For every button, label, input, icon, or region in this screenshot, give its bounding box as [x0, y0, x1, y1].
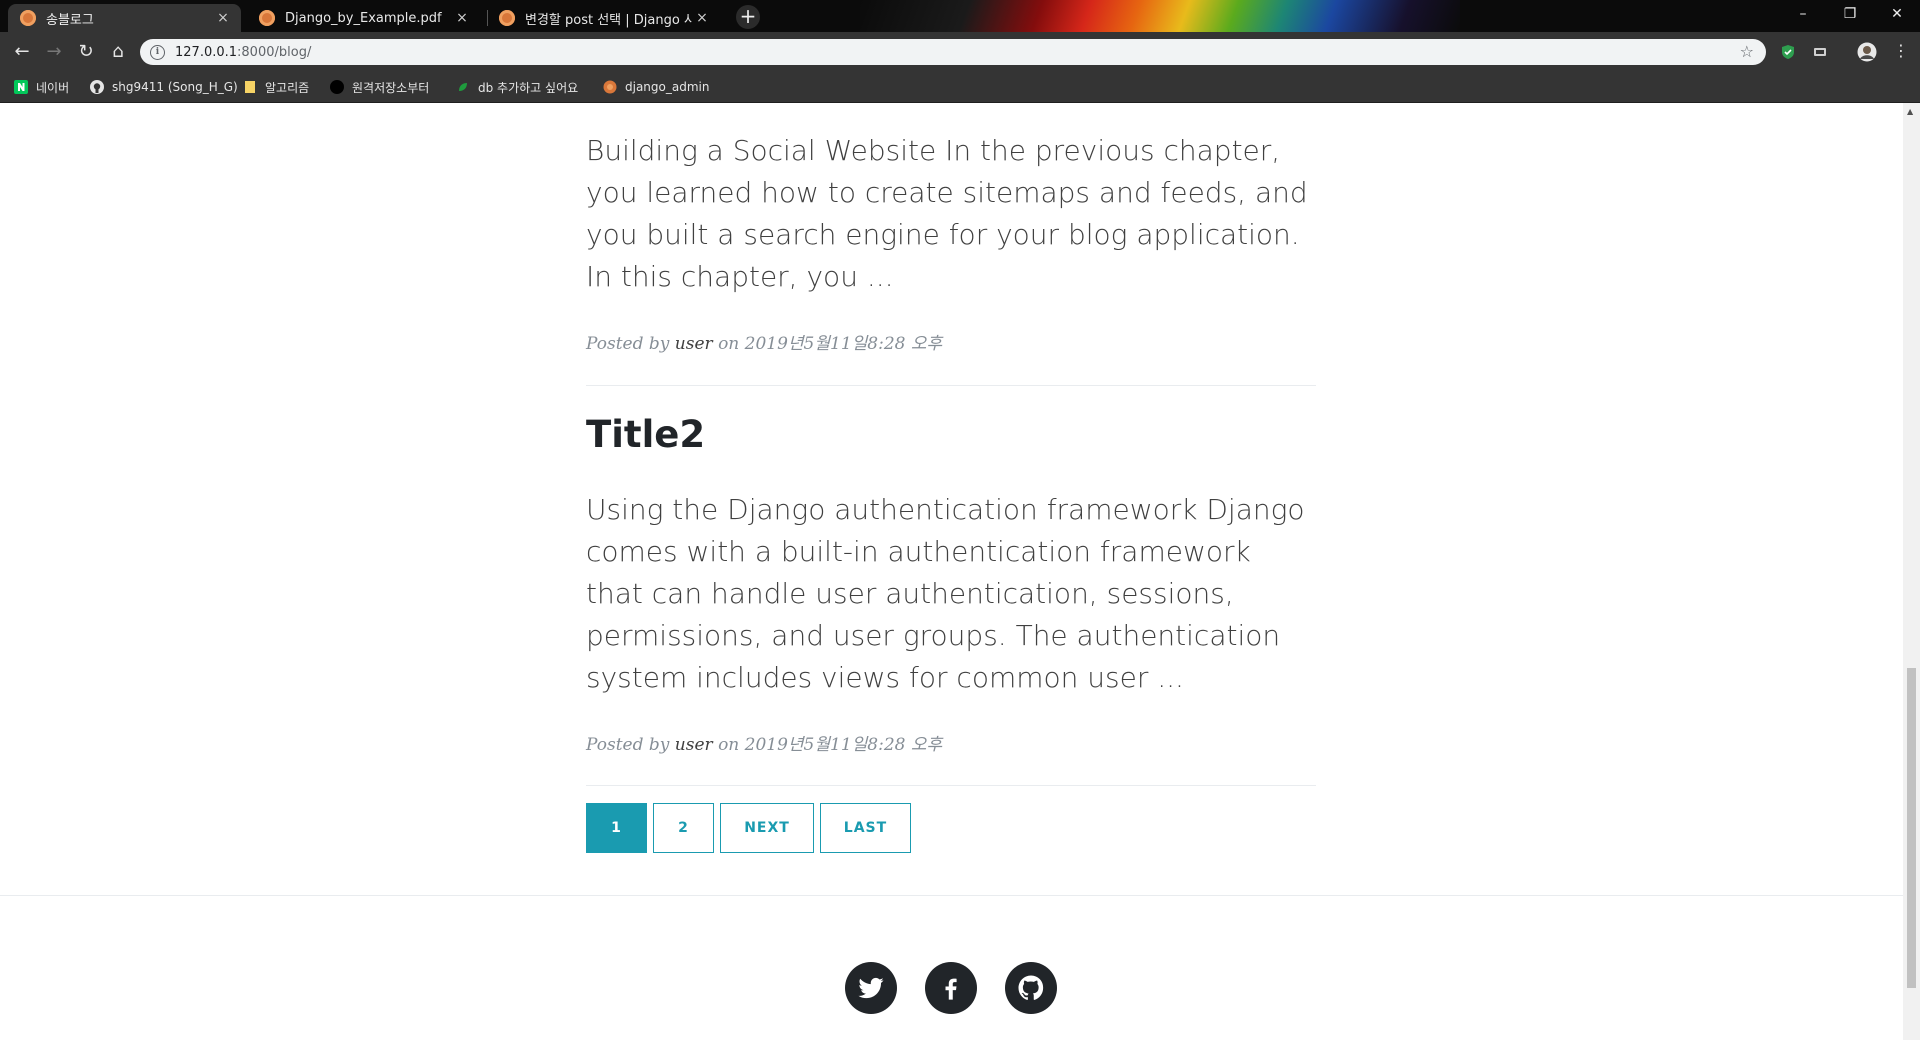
tab-close-icon[interactable]: ×: [452, 10, 472, 26]
address-bar[interactable]: i 127.0.0.1:8000/blog/ ☆: [140, 39, 1766, 65]
profile-avatar-icon[interactable]: [1857, 42, 1877, 62]
minimize-button[interactable]: –: [1780, 0, 1826, 30]
tab-close-icon[interactable]: ×: [692, 10, 712, 26]
tab-active[interactable]: 송블로그 ×: [8, 4, 241, 32]
tab-title: 송블로그: [46, 12, 94, 28]
tab-strip: 송블로그 × Django_by_Example.pdf × 변경할 post …: [0, 0, 1920, 32]
next-page-button[interactable]: NEXT: [720, 803, 814, 853]
post-date: on 2019년5월11일8:28 오후: [718, 735, 943, 755]
scroll-up-arrow-icon[interactable]: ▲: [1907, 107, 1913, 116]
extension-icon[interactable]: [1812, 44, 1828, 60]
post-title[interactable]: Title2: [586, 413, 705, 456]
django-icon: [603, 80, 617, 94]
django-favicon-icon: [20, 10, 36, 26]
circle-icon: [330, 80, 344, 94]
bookmark-remote-repo[interactable]: 원격저장소부터: [330, 78, 429, 96]
shield-extension-icon[interactable]: [1780, 44, 1796, 60]
post-meta: Posted by user on 2019년5월11일8:28 오후: [586, 329, 942, 354]
tab-django-admin[interactable]: 변경할 post 선택 | Django 사이트 ×: [487, 4, 720, 32]
page-1-button[interactable]: 1: [586, 803, 647, 853]
post-divider: [586, 385, 1316, 386]
site-info-icon[interactable]: i: [150, 44, 165, 60]
close-window-button[interactable]: ✕: [1874, 0, 1920, 30]
browser-menu-button[interactable]: ⋮: [1893, 41, 1909, 60]
bookmark-naver[interactable]: 네이버: [14, 78, 69, 96]
naver-icon: [14, 80, 28, 94]
posted-by-label: Posted by: [586, 735, 670, 755]
bookmark-django-admin[interactable]: django_admin: [603, 78, 709, 96]
url-path: :8000/blog/: [237, 44, 312, 60]
home-button[interactable]: ⌂: [106, 40, 130, 64]
tab-close-icon[interactable]: ×: [213, 10, 233, 26]
url-host: 127.0.0.1: [175, 44, 238, 60]
twitter-link[interactable]: [845, 962, 897, 1014]
footer-divider: [0, 895, 1903, 896]
page-viewport: Building a Social Website In the previou…: [0, 103, 1903, 1040]
post-excerpt[interactable]: Using the Django authentication framewor…: [586, 489, 1316, 699]
bookmarks-bar: 네이버 shg9411 (Song_H_G) 알고리즘 원격저장소부터 db 추…: [0, 72, 1920, 103]
post-author-link[interactable]: user: [675, 334, 713, 354]
forward-button[interactable]: →: [42, 40, 66, 64]
tab-title: 변경할 post 선택 | Django 사이트: [525, 12, 692, 28]
page-scrollbar[interactable]: ▲: [1903, 103, 1920, 1040]
bookmark-github[interactable]: shg9411 (Song_H_G): [90, 78, 238, 96]
twitter-icon: [858, 977, 884, 999]
posted-by-label: Posted by: [586, 334, 670, 354]
url-text[interactable]: 127.0.0.1:8000/blog/: [175, 45, 311, 60]
post-meta: Posted by user on 2019년5월11일8:28 오후: [586, 730, 942, 755]
bookmark-folder-algorithm[interactable]: 알고리즘: [243, 78, 309, 96]
back-button[interactable]: ←: [10, 40, 34, 64]
bookmark-label: django_admin: [625, 80, 710, 94]
post-author-link[interactable]: user: [675, 735, 713, 755]
django-favicon-icon: [259, 10, 275, 26]
theme-artwork: [860, 0, 1460, 32]
django-favicon-icon: [499, 10, 515, 26]
bookmark-label: db 추가하고 싶어요: [478, 80, 579, 95]
folder-icon: [245, 81, 255, 93]
scrollbar-thumb[interactable]: [1907, 668, 1916, 988]
post-date: on 2019년5월11일8:28 오후: [718, 334, 943, 354]
bookmark-label: shg9411 (Song_H_G): [112, 80, 238, 94]
facebook-icon: [945, 978, 957, 1000]
pagination: 1 2 NEXT LAST: [586, 803, 911, 853]
github-icon: [90, 80, 104, 94]
browser-toolbar: ← → ↻ ⌂ i 127.0.0.1:8000/blog/ ☆ ⋮: [0, 32, 1920, 72]
bookmark-star-icon[interactable]: ☆: [1740, 42, 1754, 61]
bookmark-label: 네이버: [36, 80, 70, 95]
github-icon: [1018, 975, 1044, 1000]
bookmark-label: 알고리즘: [265, 80, 310, 95]
reload-button[interactable]: ↻: [74, 40, 98, 64]
leaf-icon: [459, 83, 467, 91]
restore-button[interactable]: ❐: [1827, 0, 1873, 30]
tab-pdf[interactable]: Django_by_Example.pdf ×: [247, 4, 480, 32]
github-link[interactable]: [1005, 962, 1057, 1014]
facebook-link[interactable]: [925, 962, 977, 1014]
new-tab-button[interactable]: +: [736, 5, 760, 29]
page-2-button[interactable]: 2: [653, 803, 714, 853]
bookmark-db[interactable]: db 추가하고 싶어요: [456, 78, 578, 96]
post-excerpt[interactable]: Building a Social Website In the previou…: [586, 130, 1316, 298]
post-divider: [586, 785, 1316, 786]
bookmark-label: 원격저장소부터: [352, 80, 430, 95]
tab-title: Django_by_Example.pdf: [285, 10, 442, 26]
last-page-button[interactable]: LAST: [820, 803, 911, 853]
